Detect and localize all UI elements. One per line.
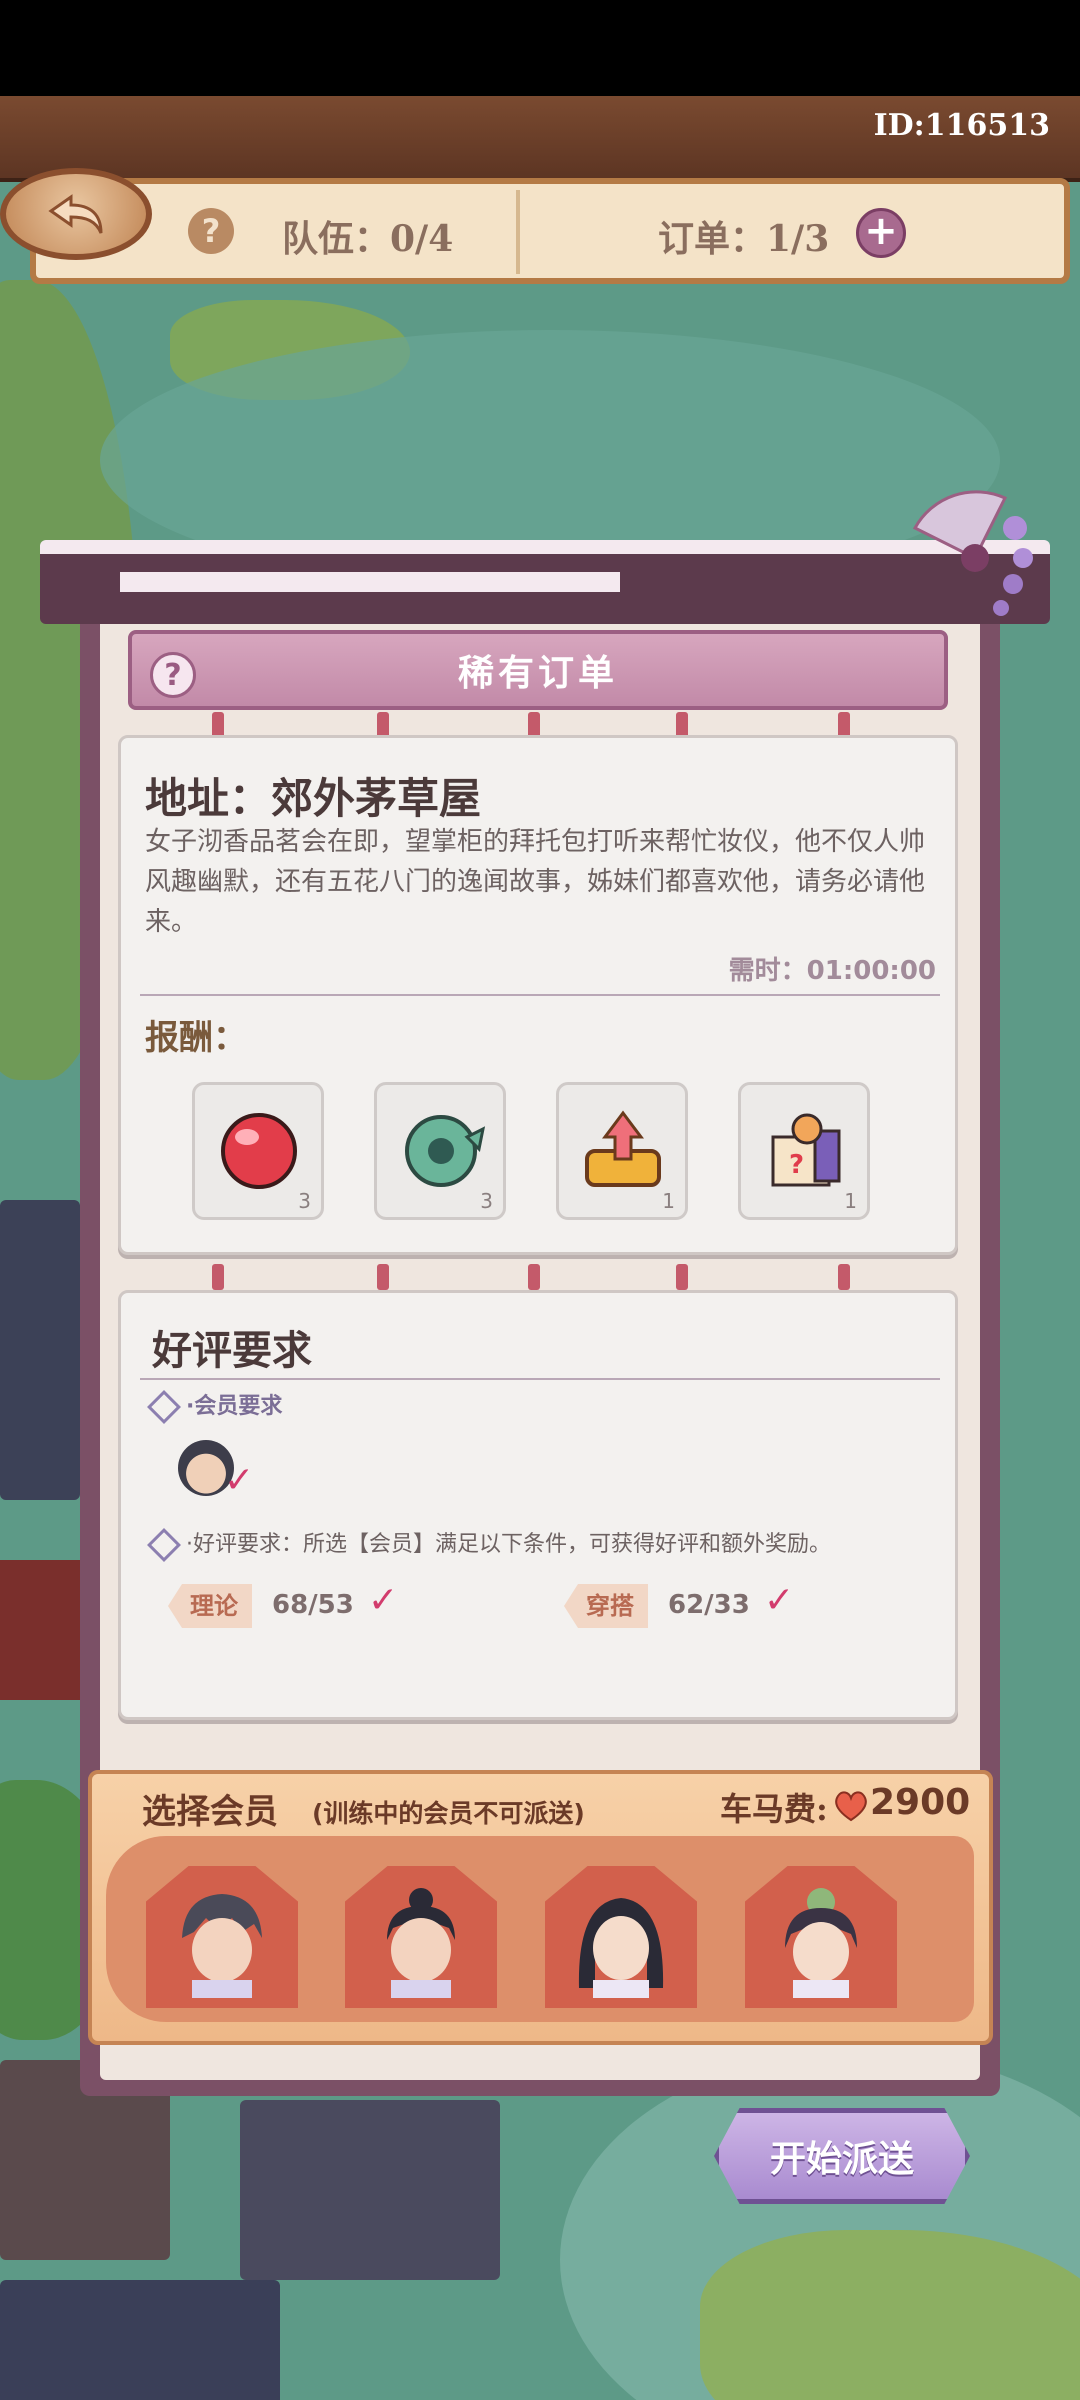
reward-quantity: 1 <box>844 1189 857 1213</box>
checkmark-icon: ✓ <box>764 1580 795 1621</box>
back-arrow-icon <box>48 194 103 234</box>
decorative-fan-icon <box>912 490 1033 616</box>
member-avatar <box>387 1888 455 1998</box>
card-hook <box>838 1264 850 1290</box>
member-avatar <box>785 1888 857 1998</box>
reward-quantity: 3 <box>480 1189 493 1213</box>
rare-order-title: 稀有订单 <box>457 652 618 694</box>
reward-slot[interactable]: 3 <box>192 1082 324 1220</box>
stat-value-theory: 68/53 <box>272 1590 354 1620</box>
reward-slot[interactable]: 1 <box>556 1082 688 1220</box>
separator <box>140 1378 940 1380</box>
checkmark-icon: ✓ <box>368 1580 399 1621</box>
diamond-icon <box>147 1528 181 1562</box>
select-member-title: 选择会员 <box>142 1792 278 1832</box>
card-hook <box>528 1264 540 1290</box>
good-review-text: ·好评要求：所选【会员】满足以下条件，可获得好评和额外奖励。 <box>186 1532 831 1557</box>
stat-value-outfit: 62/33 <box>668 1590 750 1620</box>
reward-slot[interactable]: 3 <box>374 1082 506 1220</box>
rewards-title: 报酬： <box>145 1018 247 1058</box>
add-order-button[interactable]: + <box>856 208 906 258</box>
start-delivery-label: 开始派送 <box>769 2138 914 2180</box>
card-hook <box>212 1264 224 1290</box>
svg-text:?: ? <box>789 1150 804 1180</box>
member-slot[interactable] <box>146 1866 298 2008</box>
member-avatar <box>578 1898 664 1998</box>
member-slot[interactable] <box>745 1866 897 2008</box>
fee-label: 车马费: <box>720 1790 828 1828</box>
order-description: 女子沏香品茗会在即，望掌柜的拜托包打听来帮忙妆仪，他不仅人帅风趣幽默，还有五花八… <box>145 827 926 937</box>
player-id: ID:116513 <box>873 108 1050 143</box>
info-bar <box>30 178 1070 284</box>
time-required: 需时：01:00:00 <box>728 956 936 986</box>
shop-left <box>0 1560 90 1700</box>
building-left <box>0 1200 80 1500</box>
grass-bottom-right <box>700 2230 1080 2400</box>
review-title: 好评要求 <box>152 1327 312 1374</box>
checkmark-icon: ✓ <box>224 1460 255 1501</box>
stat-tag-outfit: 穿搭 <box>564 1584 648 1628</box>
info-divider <box>516 190 520 274</box>
order-count: 订单：1/3 <box>658 218 830 260</box>
board-top-rail <box>40 540 1050 624</box>
back-button[interactable] <box>0 168 152 260</box>
order-help-icon[interactable]: ? <box>150 652 196 698</box>
good-review-heading: ·好评要求：所选【会员】满足以下条件，可获得好评和额外奖励。 <box>147 1526 831 1562</box>
diamond-icon <box>147 1390 181 1424</box>
select-member-note: (训练中的会员不可派送) <box>312 1799 585 1828</box>
member-slot[interactable] <box>545 1866 697 2008</box>
upgrade-chest-icon <box>585 1110 661 1187</box>
reward-quantity: 3 <box>298 1189 311 1213</box>
card-hook <box>676 1264 688 1290</box>
reward-quantity: 1 <box>662 1189 675 1213</box>
member-requirement-heading: ·会员要求 <box>147 1388 283 1424</box>
member-avatar <box>182 1894 262 1998</box>
mystery-box-icon: ? <box>771 1113 841 1187</box>
start-delivery-button[interactable]: 开始派送 <box>714 2108 970 2204</box>
team-help-icon[interactable]: ? <box>188 208 234 254</box>
address-title: 地址：郊外茅草屋 <box>145 774 482 823</box>
separator <box>140 994 940 996</box>
member-slot[interactable] <box>345 1866 497 2008</box>
card-hook <box>377 1264 389 1290</box>
green-jade-icon <box>405 1115 486 1187</box>
rail-highlight <box>120 572 620 592</box>
red-gem-icon <box>221 1113 297 1189</box>
fee-value: 2900 <box>870 1782 971 1823</box>
team-count: 队伍：0/4 <box>282 218 454 260</box>
roofs-bottom <box>0 2280 280 2400</box>
house-bottom-center <box>240 2100 500 2280</box>
status-bar <box>0 0 1080 96</box>
stat-tag-theory: 理论 <box>168 1584 252 1628</box>
reward-slot[interactable]: ? 1 <box>738 1082 870 1220</box>
rare-order-banner: 稀有订单 <box>128 630 948 710</box>
member-requirement-text: ·会员要求 <box>186 1394 283 1419</box>
coin-purse-icon <box>835 1791 867 1822</box>
